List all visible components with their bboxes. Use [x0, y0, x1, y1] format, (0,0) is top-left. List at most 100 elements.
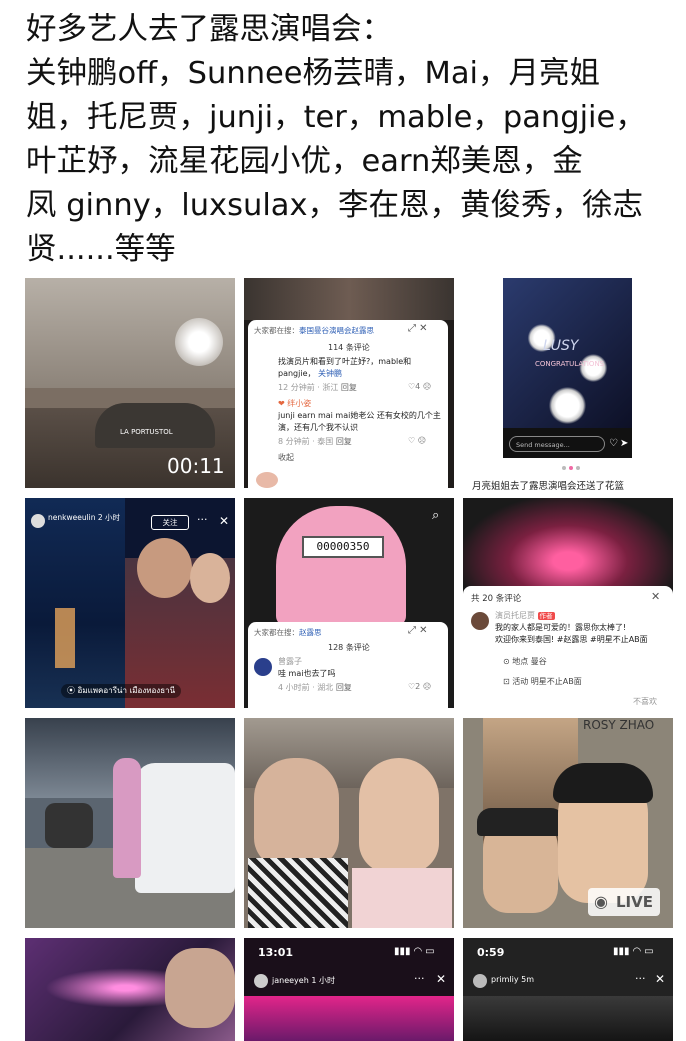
location-pin-icon: ⦿: [67, 686, 75, 695]
post-line: 关钟鹏off，Sunnee杨芸晴，Mai，月亮姐: [26, 56, 601, 91]
post-line: 凤 ginny，luxsulax，李在恩，黄俊秀，徐志: [26, 188, 644, 223]
status-icons: ▮▮▮ ◠ ▭: [394, 946, 435, 957]
comments-screenshot-2[interactable]: 00000350 ⌕ 大家都在搜：赵露思 ⤢ ✕ 128 条评论 曾露子 哇 m…: [244, 498, 454, 708]
location-text: 地点 曼谷: [512, 657, 547, 666]
close-icon[interactable]: ⤢ ✕: [408, 323, 428, 334]
close-icon[interactable]: ✕: [651, 590, 660, 603]
more-icon[interactable]: ···: [197, 513, 208, 526]
activity-row[interactable]: ⊡ 活动 明星不止AB面: [503, 676, 582, 687]
comments-screenshot-1[interactable]: 大家都在搜：泰国曼谷演唱会赵露思 ⤢ ✕ 114 条评论 找演员片和看到了叶芷妤…: [244, 278, 454, 488]
search-label: 大家都在搜：: [254, 326, 299, 335]
comments-screenshot-3[interactable]: 共 20 条评论 ✕ 演员托尼贾 作者 我的家人都是可爱的！露思你太棒了! 欢迎…: [463, 498, 673, 708]
video-thumbnail-1[interactable]: LA PORTUSTOL 00:11: [25, 278, 235, 488]
comment-meta: 12 分钟前 · 浙江: [278, 383, 339, 392]
comment-text: 演，还有几个我不认识: [278, 423, 358, 432]
like-count: 2: [415, 682, 421, 691]
activity-text: 活动 明星不止AB面: [512, 677, 582, 686]
close-icon[interactable]: ✕: [655, 972, 665, 986]
comment-text: 哇 mai也去了吗: [278, 669, 336, 678]
live-icon: ◉: [594, 892, 608, 911]
post-line: 姐，托尼贾，junji，ter，mable，pangjie，: [26, 100, 646, 135]
post-line: 好多艺人去了露思演唱会：: [26, 12, 392, 47]
comment-count: 128 条评论: [328, 643, 370, 652]
story-time: 2 小时: [97, 513, 121, 522]
poster-text: ROSY ZHAO: [583, 718, 655, 732]
search-icon[interactable]: ⌕: [432, 508, 439, 523]
heart-icon[interactable]: ♡: [408, 436, 415, 445]
comment-username[interactable]: ❤ 绊小姿: [278, 398, 311, 409]
avatar[interactable]: [254, 658, 272, 676]
comment-text: junji earn mai mai她老公 还有女校的几个主: [278, 411, 441, 420]
photo-caption: 月亮姐姐去了露思演唱会还送了花篮: [472, 481, 625, 492]
activity-icon: ⊡: [503, 677, 510, 686]
story-time: 1 小时: [311, 976, 335, 985]
send-icon[interactable]: ➤: [620, 438, 628, 449]
dislike-icon[interactable]: ☹: [423, 682, 431, 691]
comment-username[interactable]: 演员托尼贾: [495, 611, 535, 620]
comment-count: 114 条评论: [328, 343, 370, 352]
flower-basket-photo[interactable]: LUSY CONGRATULATIONS Send message... ♡ ➤: [503, 278, 632, 458]
close-icon[interactable]: ✕: [219, 514, 229, 528]
location-tag[interactable]: ⦿ อิมแพคอารีน่า เมืองทองธานี: [61, 684, 182, 698]
comment-username[interactable]: 曾露子: [278, 656, 302, 667]
logo-text: LUSY: [543, 338, 579, 354]
banner-text: CONGRATULATIONS: [535, 360, 605, 368]
concert-photo[interactable]: [25, 938, 235, 1041]
post-line: 叶芷妤，流星花园小优，earn郑美恩，金: [26, 144, 583, 179]
author-badge: 作者: [537, 612, 555, 620]
comment-text: 欢迎你来到泰国! #赵露思 #明星不止AB面: [495, 635, 648, 644]
location-pin-icon: ⊙: [503, 657, 510, 666]
comment-text: 找演员片和看到了叶芷妤?，mable和: [278, 357, 412, 366]
selfie-photo-2[interactable]: ROSY ZHAO ◉ LIVE: [463, 718, 673, 928]
story-screenshot-2[interactable]: 13:01 ▮▮▮ ◠ ▭ janeeyeh 1 小时 ··· ✕: [244, 938, 454, 1041]
live-badge[interactable]: ◉ LIVE: [588, 888, 660, 916]
story-screenshot-1[interactable]: nenkweeulin 2 小时 关注 ··· ✕ ⦿ อิมแพคอารีน่…: [25, 498, 235, 708]
dislike-icon[interactable]: ☹: [423, 382, 431, 391]
close-icon[interactable]: ✕: [436, 972, 446, 986]
post-text: 好多艺人去了露思演唱会： 关钟鹏off，Sunnee杨芸晴，Mai，月亮姐 姐，…: [26, 8, 666, 272]
post-line: 贤......等等: [26, 232, 176, 267]
avatar[interactable]: [254, 974, 268, 988]
status-icons: ▮▮▮ ◠ ▭: [613, 946, 654, 957]
selfie-photo-1[interactable]: [244, 718, 454, 928]
sign-text: LA PORTUSTOL: [120, 428, 173, 436]
location-text: อิมแพคอารีน่า เมืองทองธานี: [77, 686, 176, 695]
collapse-button[interactable]: 收起: [278, 452, 294, 463]
video-duration: 00:11: [167, 454, 225, 478]
reply-button[interactable]: 回复: [341, 383, 357, 392]
live-label: LIVE: [616, 893, 653, 911]
like-count: 4: [415, 382, 421, 391]
story-username[interactable]: janeeyeh: [272, 976, 309, 985]
avatar[interactable]: [473, 974, 487, 988]
status-time: 13:01: [258, 946, 294, 959]
location-row[interactable]: ⊙ 地点 曼谷: [503, 656, 547, 667]
dislike-button[interactable]: 不喜欢: [633, 696, 657, 707]
status-time: 0:59: [477, 946, 505, 959]
comment-meta: 8 分钟前 · 泰国: [278, 437, 334, 446]
story-screenshot-3[interactable]: 0:59 ▮▮▮ ◠ ▭ primliy 5m ··· ✕: [463, 938, 673, 1041]
heart-icon[interactable]: ♡: [609, 438, 618, 449]
avatar: [256, 472, 278, 488]
story-username[interactable]: primliy: [491, 975, 519, 984]
more-icon[interactable]: ···: [635, 972, 646, 985]
comment-meta: 4 小时前 · 湖北: [278, 683, 334, 692]
avatar[interactable]: [471, 612, 489, 630]
message-input[interactable]: Send message...: [509, 436, 605, 452]
counter-display: 00000350: [302, 536, 384, 558]
story-time: 5m: [521, 975, 534, 984]
reply-button[interactable]: 回复: [336, 683, 352, 692]
dislike-icon[interactable]: ☹: [418, 436, 426, 445]
search-link[interactable]: 泰国曼谷演唱会赵露思: [299, 326, 374, 335]
street-photo[interactable]: [25, 718, 235, 928]
follow-button[interactable]: 关注: [151, 515, 189, 530]
more-icon[interactable]: ···: [414, 972, 425, 985]
comment-text: 我的家人都是可爱的！露思你太棒了!: [495, 623, 627, 632]
comment-text: pangjie，: [278, 369, 316, 378]
search-label: 大家都在搜：: [254, 628, 299, 637]
close-icon[interactable]: ⤢ ✕: [408, 625, 428, 636]
story-username[interactable]: nenkweeulin: [48, 513, 96, 522]
reply-button[interactable]: 回复: [336, 437, 352, 446]
avatar[interactable]: [31, 514, 45, 528]
mention-link[interactable]: 关钟鹏: [318, 369, 342, 378]
search-link[interactable]: 赵露思: [299, 628, 322, 637]
